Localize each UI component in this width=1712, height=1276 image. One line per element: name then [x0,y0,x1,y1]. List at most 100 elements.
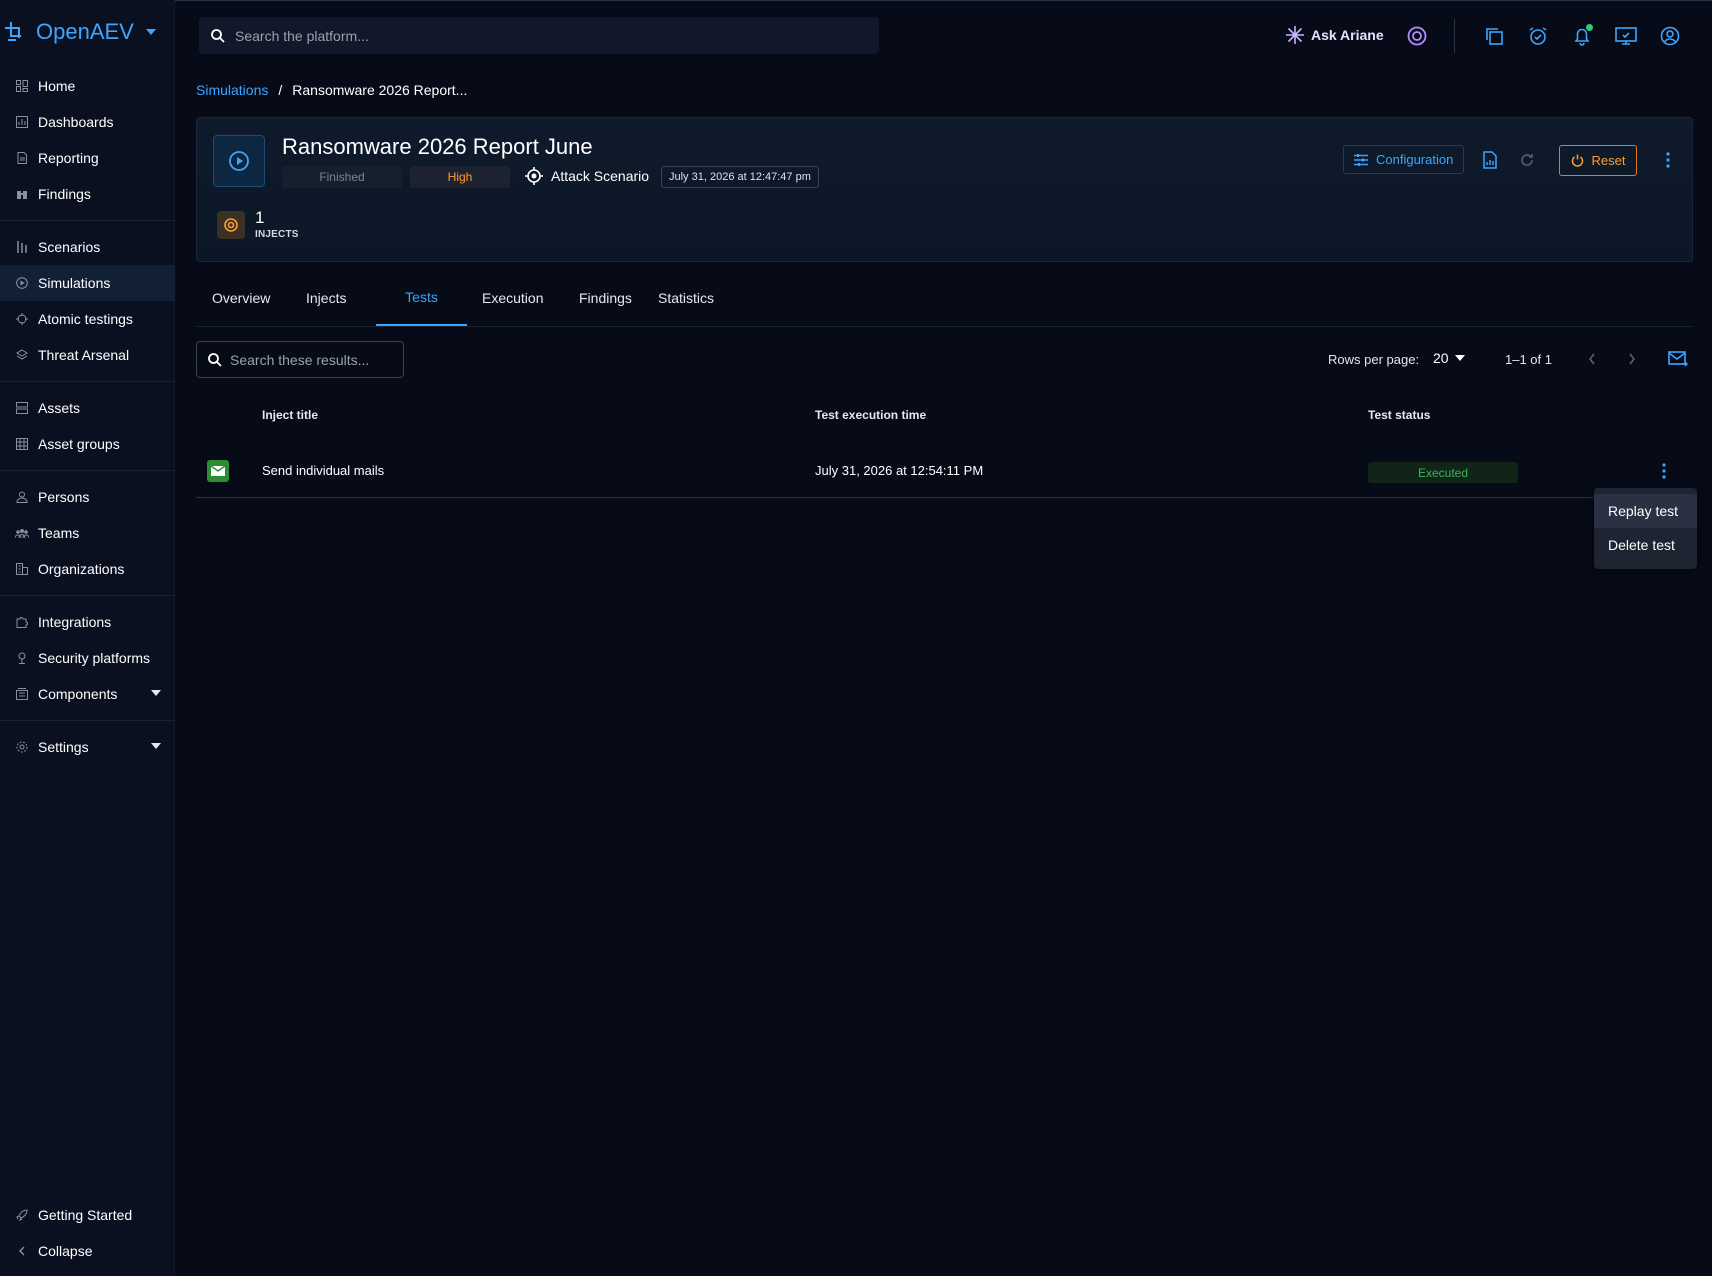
breadcrumb-simulations[interactable]: Simulations [196,82,268,98]
sidebar-item-teams[interactable]: Teams [0,515,175,551]
sidebar-item-label: Dashboards [38,114,114,130]
sidebar-item-collapse[interactable]: Collapse [0,1233,175,1269]
sidebar-nav: Home Dashboards Reporting Findings Scena… [0,68,175,765]
injects-count: 1 [255,208,265,227]
sidebar-item-label: Organizations [38,561,125,577]
sidebar-item-persons[interactable]: Persons [0,479,175,515]
attack-scenario-label: Attack Scenario [551,168,650,184]
monitor-icon[interactable] [1614,24,1638,48]
injects-icon [217,211,245,239]
reset-button[interactable]: Reset [1559,145,1637,176]
filigran-icon[interactable] [1405,24,1429,48]
tab-overview[interactable]: Overview [196,270,286,326]
expand-caret-icon[interactable] [151,743,161,749]
ask-ariane-label: Ask Ariane [1311,27,1384,43]
rows-per-page-select[interactable]: 20 [1433,350,1465,366]
sidebar-item-label: Integrations [38,614,112,630]
rows-per-page-value: 20 [1433,350,1449,366]
sidebar-item-home[interactable]: Home [0,68,175,104]
tab-injects[interactable]: Injects [290,270,362,326]
brand-caret-icon[interactable] [145,29,156,35]
alarm-check-icon[interactable] [1526,24,1550,48]
simulation-play-icon [213,135,265,187]
execution-time-cell: July 31, 2026 at 12:54:11 PM [815,463,984,478]
copy-icon[interactable] [1482,24,1506,48]
sidebar-item-getting-started[interactable]: Getting Started [0,1197,175,1233]
column-header-execution-time[interactable]: Test execution time [815,408,926,422]
platform-search[interactable] [199,17,879,54]
tab-statistics[interactable]: Statistics [642,270,730,326]
status-badge: Finished [282,166,402,188]
sidebar-divider [0,220,175,221]
date-badge: July 31, 2026 at 12:47:47 pm [661,166,819,188]
prev-page-icon[interactable] [1582,349,1602,369]
sidebar-item-simulations[interactable]: Simulations [0,265,175,301]
bell-icon[interactable] [1570,24,1594,48]
sidebar-item-organizations[interactable]: Organizations [0,551,175,587]
sidebar-divider [0,720,175,721]
sidebar-item-label: Reporting [38,150,99,166]
ask-ariane-button[interactable]: Ask Ariane [1285,25,1384,45]
attack-scenario[interactable]: Attack Scenario [525,167,649,185]
sidebar-item-components[interactable]: Components [0,676,175,712]
sidebar-item-label: Findings [38,186,91,202]
results-search-input[interactable] [230,351,390,368]
export-mail-icon[interactable] [1666,349,1690,369]
column-header-inject-title[interactable]: Inject title [262,408,318,422]
sidebar-item-threat-arsenal[interactable]: Threat Arsenal [0,337,175,373]
tab-execution[interactable]: Execution [466,270,559,326]
reset-label: Reset [1591,153,1626,168]
configuration-button[interactable]: Configuration [1343,145,1465,174]
sidebar-item-atomic-testings[interactable]: Atomic testings [0,301,175,337]
results-search[interactable] [196,341,404,378]
table-row[interactable]: Send individual mails July 31, 2026 at 1… [196,443,1693,498]
breadcrumb: Simulations / Ransomware 2026 Report... [196,82,467,98]
tab-findings[interactable]: Findings [563,270,648,326]
sparkle-icon [1285,25,1305,45]
sidebar-item-label: Assets [38,400,81,416]
tune-icon [1354,153,1368,167]
gear-icon [15,740,29,754]
sidebar-item-settings[interactable]: Settings [0,729,175,765]
simulation-header: Ransomware 2026 Report June Finished Hig… [196,117,1693,262]
row-more-vert-icon[interactable] [1654,460,1674,482]
account-icon[interactable] [1658,24,1682,48]
refresh-icon[interactable] [1516,149,1538,171]
tab-bar: Overview Injects Tests Execution Finding… [196,270,1693,327]
platform-search-input[interactable] [235,27,795,44]
menu-item-replay-test[interactable]: Replay test [1594,494,1697,528]
sidebar-item-label: Persons [38,489,90,505]
sidebar-item-security-platforms[interactable]: Security platforms [0,640,175,676]
menu-item-delete-test[interactable]: Delete test [1594,528,1697,562]
rows-per-page-label: Rows per page: [1328,352,1420,367]
breadcrumb-current: Ransomware 2026 Report... [292,82,468,98]
sidebar-item-scenarios[interactable]: Scenarios [0,229,175,265]
app-logo[interactable]: OpenAEV [0,14,156,50]
status-badge: Executed [1368,462,1518,483]
scenario-icon [15,240,29,254]
play-circle-icon [15,276,29,290]
sidebar-item-label: Simulations [38,275,111,291]
shield-user-icon [15,651,29,665]
sidebar-item-label: Atomic testings [38,311,133,327]
severity-badge: High [410,166,510,188]
sidebar-item-reporting[interactable]: Reporting [0,140,175,176]
search-icon [208,352,222,367]
tab-tests[interactable]: Tests [376,270,467,326]
home-icon [15,79,29,93]
sidebar-item-findings[interactable]: Findings [0,176,175,212]
expand-caret-icon[interactable] [151,690,161,696]
next-page-icon[interactable] [1622,349,1642,369]
report-file-icon[interactable] [1479,149,1501,171]
more-vert-icon[interactable] [1657,149,1679,171]
sidebar-item-assets[interactable]: Assets [0,390,175,426]
power-icon [1571,154,1584,167]
sidebar-item-label: Scenarios [38,239,101,255]
sidebar-item-label: Security platforms [38,650,151,666]
sidebar-item-dashboards[interactable]: Dashboards [0,104,175,140]
sidebar-divider [0,470,175,471]
sidebar-item-asset-groups[interactable]: Asset groups [0,426,175,462]
sidebar-divider [0,595,175,596]
sidebar-item-integrations[interactable]: Integrations [0,604,175,640]
column-header-test-status[interactable]: Test status [1368,408,1430,422]
